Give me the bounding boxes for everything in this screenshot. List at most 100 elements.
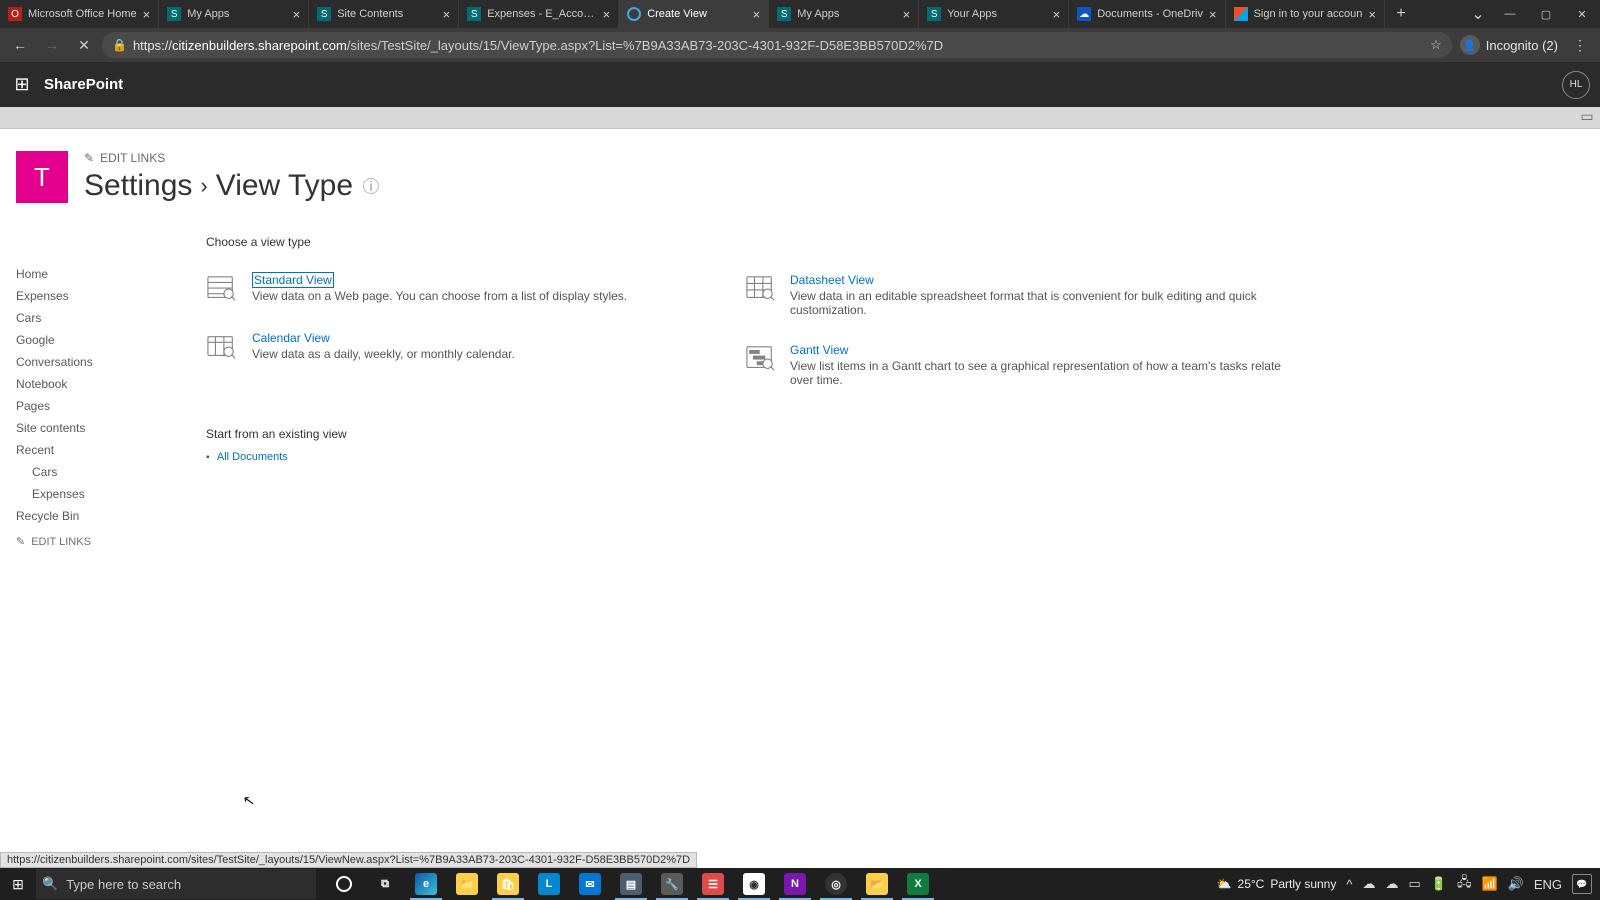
chrome-icon[interactable]: ◉ [734, 868, 774, 900]
tab-signin[interactable]: Sign in to your accoun × [1226, 0, 1385, 28]
view-option-gantt[interactable]: Gantt View View list items in a Gantt ch… [746, 343, 1286, 387]
tab-createview[interactable]: Create View × [619, 0, 769, 28]
browser-tabs: O Microsoft Office Home × S My Apps × S … [0, 0, 1464, 28]
stop-reload-button[interactable]: ✕ [70, 31, 98, 59]
nav-recent-cars[interactable]: Cars [16, 461, 166, 483]
store-icon[interactable]: 🛍 [488, 868, 528, 900]
tab-search-icon[interactable]: ⌄ [1464, 0, 1492, 28]
close-icon[interactable]: × [293, 7, 301, 22]
nav-recent[interactable]: Recent [16, 439, 166, 461]
close-icon[interactable]: × [143, 7, 151, 22]
tab-expenses[interactable]: S Expenses - E_Account × [459, 0, 619, 28]
edit-links-bottom[interactable]: ✎ EDIT LINKS [16, 535, 166, 548]
focus-content-icon[interactable]: ▭ [1578, 107, 1596, 125]
lock-icon: 🔒 [112, 38, 127, 52]
window-close-button[interactable]: ✕ [1564, 0, 1600, 28]
nav-recyclebin[interactable]: Recycle Bin [16, 505, 166, 527]
maximize-button[interactable]: ▢ [1528, 0, 1564, 28]
incognito-indicator[interactable]: 👤 Incognito (2) [1456, 35, 1562, 55]
address-bar[interactable]: 🔒 https://citizenbuilders.sharepoint.com… [102, 32, 1452, 58]
gantt-view-link[interactable]: Gantt View [790, 343, 848, 357]
onedrive-tray-icon[interactable]: ☁ [1362, 876, 1375, 892]
close-icon[interactable]: × [603, 7, 611, 22]
view-option-calendar[interactable]: Calendar View View data as a daily, week… [206, 331, 746, 363]
cortana-icon[interactable] [324, 868, 364, 900]
minimize-button[interactable]: — [1492, 0, 1528, 28]
favicon-sp-icon: S [467, 7, 481, 21]
chevron-up-icon[interactable]: ^ [1346, 877, 1352, 892]
nav-sitecontents[interactable]: Site contents [16, 417, 166, 439]
nav-google[interactable]: Google [16, 329, 166, 351]
suite-title[interactable]: SharePoint [44, 76, 123, 93]
close-icon[interactable]: × [1368, 7, 1376, 22]
nav-notebook[interactable]: Notebook [16, 373, 166, 395]
volume-icon[interactable]: 🔊 [1508, 876, 1524, 892]
standard-view-link[interactable]: Standard View [252, 272, 334, 288]
menu-button[interactable]: ⋮ [1566, 31, 1594, 59]
favicon-loading-icon [627, 7, 641, 21]
forward-button[interactable]: → [38, 31, 66, 59]
mouse-cursor: ↖ [242, 791, 257, 810]
gantt-view-desc: View list items in a Gantt chart to see … [790, 359, 1286, 387]
close-icon[interactable]: × [443, 7, 451, 22]
info-icon[interactable]: i [363, 178, 379, 194]
lang-indicator[interactable]: ENG [1534, 877, 1562, 892]
task-view-icon[interactable]: ⧉ [365, 868, 405, 900]
edge-icon[interactable]: e [406, 868, 446, 900]
app-folder-icon[interactable]: 📂 [857, 868, 897, 900]
onenote-icon[interactable]: N [775, 868, 815, 900]
todoist-icon[interactable]: ☰ [693, 868, 733, 900]
weather-temp: 25°C [1238, 877, 1265, 891]
mail-icon[interactable]: ✉ [570, 868, 610, 900]
cloud2-icon[interactable]: ☁ [1385, 876, 1398, 892]
datasheet-view-link[interactable]: Datasheet View [790, 273, 874, 287]
nav-expenses[interactable]: Expenses [16, 285, 166, 307]
meet-now-icon[interactable]: ▭ [1408, 876, 1420, 892]
nav-cars[interactable]: Cars [16, 307, 166, 329]
battery-icon[interactable]: 🔋 [1431, 876, 1447, 892]
calendar-view-link[interactable]: Calendar View [252, 331, 330, 345]
nav-conversations[interactable]: Conversations [16, 351, 166, 373]
tab-onedrive[interactable]: ☁ Documents - OneDriv × [1069, 0, 1225, 28]
nav-pages[interactable]: Pages [16, 395, 166, 417]
view-option-datasheet[interactable]: Datasheet View View data in an editable … [746, 273, 1286, 317]
breadcrumb-sep: › [200, 173, 207, 199]
close-icon[interactable]: × [753, 7, 761, 22]
existing-view-item[interactable]: ▪ All Documents [206, 449, 1600, 463]
network-icon[interactable]: 🖧 [1457, 873, 1472, 895]
breadcrumb-root[interactable]: Settings [84, 169, 192, 203]
obs-icon[interactable]: ◎ [816, 868, 856, 900]
bullet-icon: ▪ [206, 452, 210, 463]
favicon-office-icon: O [8, 7, 22, 21]
user-avatar[interactable]: HL [1562, 71, 1590, 99]
edit-links-top[interactable]: ✎ EDIT LINKS [84, 151, 379, 165]
tab-myapps2[interactable]: S My Apps × [769, 0, 919, 28]
tab-sitecontents[interactable]: S Site Contents × [309, 0, 459, 28]
start-button[interactable]: ⊞ [0, 868, 36, 900]
site-logo[interactable]: T [16, 151, 68, 203]
bookmark-icon[interactable]: ☆ [1430, 37, 1442, 53]
tab-title: Your Apps [947, 8, 1046, 20]
nav-recent-expenses[interactable]: Expenses [16, 483, 166, 505]
close-icon[interactable]: × [903, 7, 911, 22]
app-launcher-icon[interactable]: ⊞ [10, 73, 34, 97]
taskbar-search[interactable]: 🔍 Type here to search [36, 869, 316, 899]
back-button[interactable]: ← [6, 31, 34, 59]
nav-home[interactable]: Home [16, 263, 166, 285]
notification-icon[interactable]: 💬 [1572, 874, 1592, 894]
close-icon[interactable]: × [1209, 7, 1217, 22]
explorer-icon[interactable]: 📁 [447, 868, 487, 900]
tab-myapps[interactable]: S My Apps × [159, 0, 309, 28]
wifi-icon[interactable]: 📶 [1481, 876, 1497, 892]
excel-icon[interactable]: X [898, 868, 938, 900]
app-grid-icon[interactable]: ▤ [611, 868, 651, 900]
tab-yourapps[interactable]: S Your Apps × [919, 0, 1069, 28]
app-tool-icon[interactable]: 🔧 [652, 868, 692, 900]
weather-widget[interactable]: ⛅ 25°C Partly sunny [1217, 877, 1337, 891]
close-icon[interactable]: × [1053, 7, 1061, 22]
all-documents-link[interactable]: All Documents [217, 451, 288, 463]
tab-office[interactable]: O Microsoft Office Home × [0, 0, 159, 28]
new-tab-button[interactable]: + [1385, 0, 1417, 28]
app-l-icon[interactable]: L [529, 868, 569, 900]
view-option-standard[interactable]: Standard View View data on a Web page. Y… [206, 273, 746, 305]
